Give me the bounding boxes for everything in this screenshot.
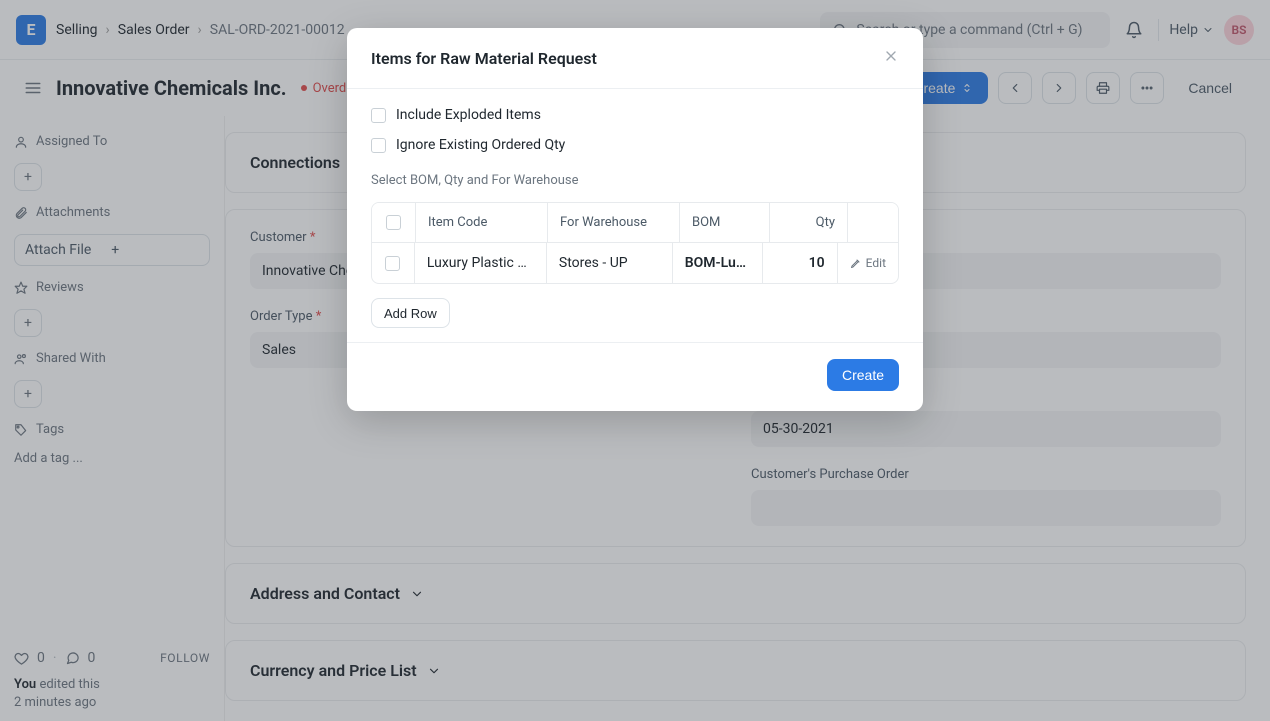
checkbox-icon	[371, 108, 386, 123]
table-header: Item Code For Warehouse BOM Qty .	[372, 203, 898, 242]
close-button[interactable]	[883, 48, 899, 68]
edit-row-button[interactable]: Edit	[838, 243, 898, 283]
col-for-warehouse[interactable]: For Warehouse	[548, 203, 680, 242]
add-row-button[interactable]: Add Row	[371, 298, 450, 328]
row-qty[interactable]: 10	[763, 243, 838, 283]
pencil-icon	[850, 257, 862, 269]
row-item-code[interactable]: Luxury Plastic Chair	[427, 255, 534, 271]
row-checkbox[interactable]	[385, 256, 400, 271]
items-table: Item Code For Warehouse BOM Qty . Luxury…	[371, 202, 899, 284]
checkbox-icon	[371, 138, 386, 153]
raw-material-request-dialog: Items for Raw Material Request Include E…	[347, 28, 923, 411]
modal-title: Items for Raw Material Request	[371, 49, 597, 68]
close-icon	[883, 48, 899, 64]
include-exploded-checkbox[interactable]: Include Exploded Items	[371, 107, 899, 123]
table-row: Luxury Plastic Chair Stores - UP BOM-Lux…	[372, 242, 898, 283]
col-qty[interactable]: Qty	[770, 203, 848, 242]
table-hint: Select BOM, Qty and For Warehouse	[371, 173, 899, 188]
modal-backdrop[interactable]: Items for Raw Material Request Include E…	[0, 0, 1270, 721]
row-bom[interactable]: BOM-Luxury Plastic Chair	[685, 255, 750, 271]
modal-create-button[interactable]: Create	[827, 359, 899, 391]
col-bom[interactable]: BOM	[680, 203, 770, 242]
col-item-code[interactable]: Item Code	[416, 203, 548, 242]
select-all-checkbox[interactable]	[386, 215, 401, 230]
row-warehouse[interactable]: Stores - UP	[559, 255, 628, 271]
ignore-existing-qty-checkbox[interactable]: Ignore Existing Ordered Qty	[371, 137, 899, 153]
